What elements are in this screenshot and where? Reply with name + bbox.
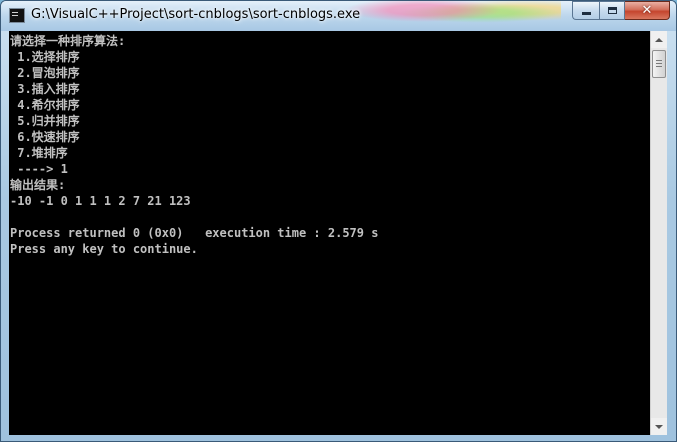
console-line-input: ----> 1 <box>10 162 68 176</box>
scroll-thumb[interactable] <box>652 50 666 78</box>
title-bar[interactable]: G:\VisualC++Project\sort-cnblogs\sort-cn… <box>1 1 676 31</box>
minimize-icon <box>581 12 591 15</box>
maximize-icon <box>607 7 617 14</box>
grip-line <box>656 60 662 61</box>
console-line-option-6: 6.快速排序 <box>10 130 80 144</box>
console-line-option-3: 3.插入排序 <box>10 82 80 96</box>
scroll-up-button[interactable] <box>651 31 667 48</box>
grip-line <box>656 63 662 64</box>
grip-line <box>656 66 662 67</box>
title-bar-decoration <box>331 1 561 31</box>
caption-buttons: ✕ <box>572 1 670 20</box>
console-app-icon[interactable] <box>9 8 25 23</box>
console-line-result: -10 -1 0 1 1 1 2 7 21 123 <box>10 194 191 208</box>
console-line-result-label: 输出结果: <box>10 178 66 192</box>
arrow-up-icon <box>655 37 663 42</box>
console-line-option-7: 7.堆排序 <box>10 146 68 160</box>
console-line-option-1: 1.选择排序 <box>10 50 80 64</box>
console-window: G:\VisualC++Project\sort-cnblogs\sort-cn… <box>0 0 677 442</box>
scroll-down-button[interactable] <box>651 418 667 435</box>
console-line-process: Process returned 0 (0x0) execution time … <box>10 226 379 240</box>
minimize-button[interactable] <box>572 1 599 20</box>
console-line-option-2: 2.冒泡排序 <box>10 66 80 80</box>
console-line-prompt: 请选择一种排序算法: <box>10 34 126 48</box>
console-line-option-5: 5.归并排序 <box>10 114 80 128</box>
maximize-button[interactable] <box>599 1 625 20</box>
console-output[interactable]: 请选择一种排序算法: 1.选择排序 2.冒泡排序 3.插入排序 4.希尔排序 5… <box>9 31 650 435</box>
console-line-option-4: 4.希尔排序 <box>10 98 80 112</box>
window-title: G:\VisualC++Project\sort-cnblogs\sort-cn… <box>31 7 361 22</box>
vertical-scrollbar[interactable] <box>650 31 667 435</box>
console-line-continue: Press any key to continue. <box>10 242 198 256</box>
arrow-down-icon <box>655 424 663 429</box>
close-button[interactable]: ✕ <box>625 1 670 20</box>
close-icon: ✕ <box>641 3 653 18</box>
